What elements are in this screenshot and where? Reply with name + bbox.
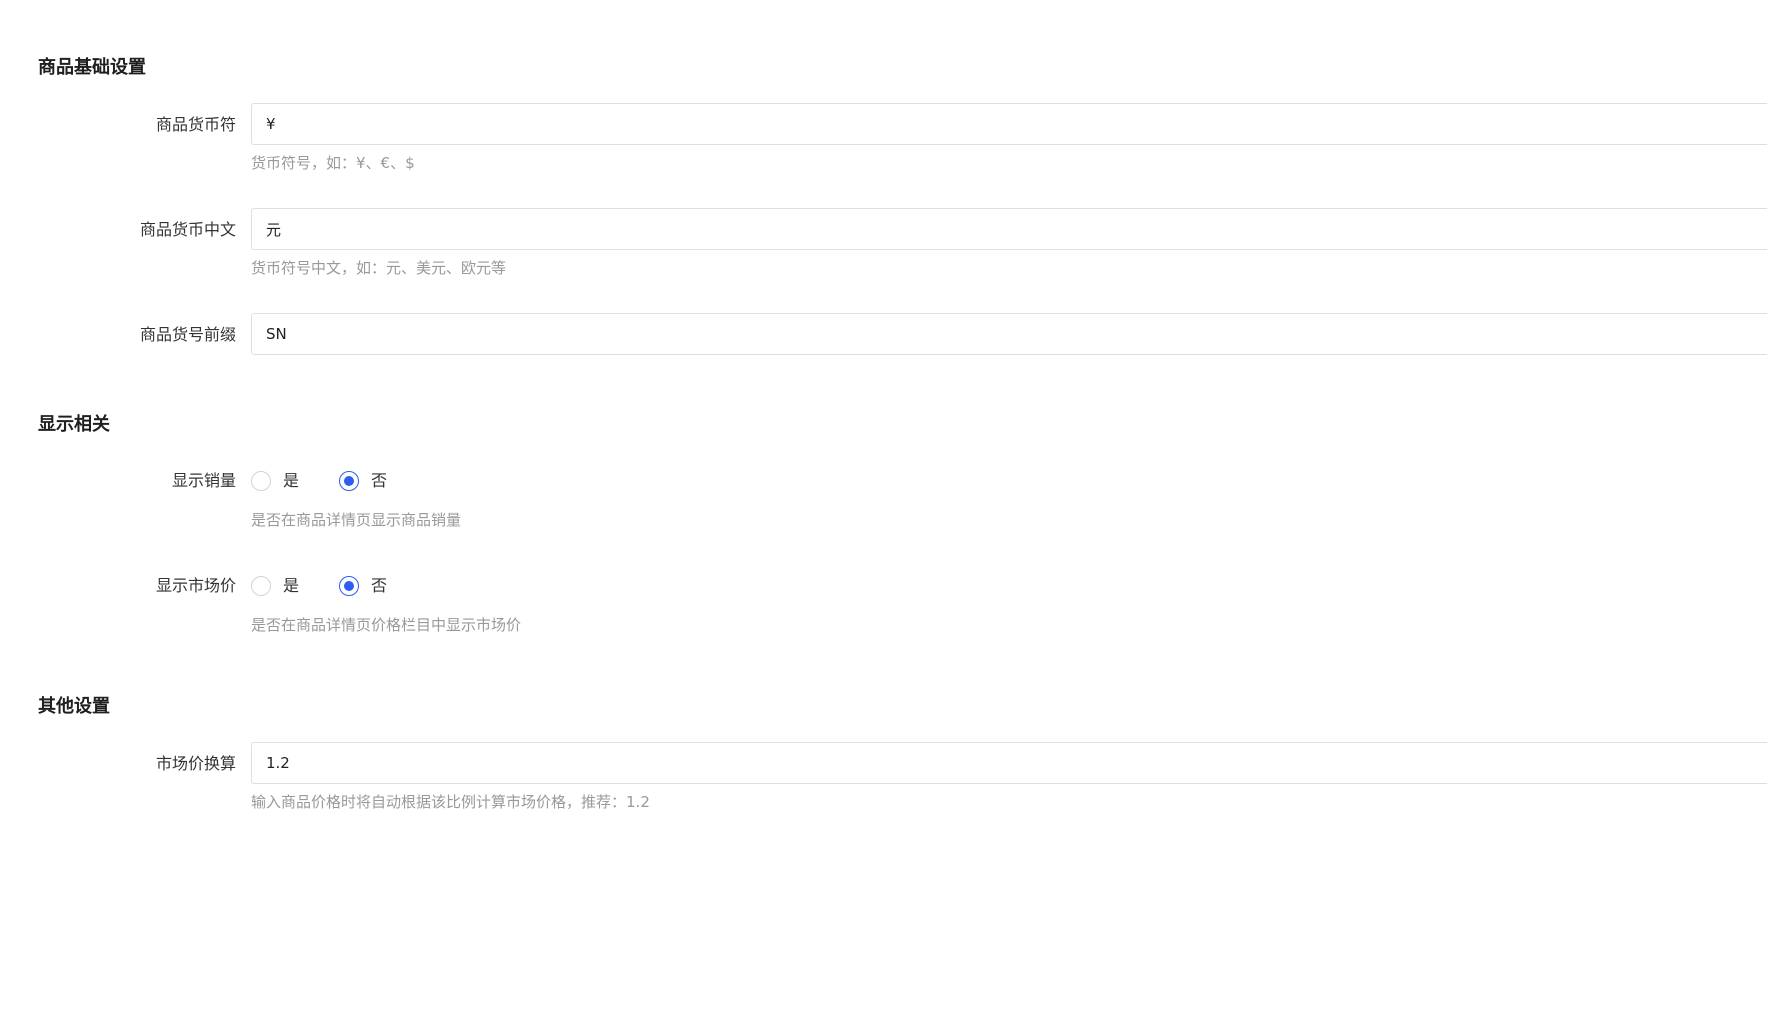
radio-label: 是 (283, 471, 300, 490)
currency-symbol-input[interactable] (251, 103, 1767, 145)
show-market-price-label: 显示市场价 (155, 576, 236, 595)
radio-button-checked[interactable] (339, 471, 360, 491)
show-sales-radio-group: 是 否 (251, 469, 387, 493)
sku-prefix-input[interactable] (251, 313, 1767, 355)
currency-symbol-label: 商品货币符 (155, 115, 236, 134)
radio-label: 否 (371, 471, 388, 490)
market-price-ratio-label: 市场价换算 (155, 754, 236, 773)
show-sales-label: 显示销量 (171, 471, 236, 490)
radio-label: 是 (283, 576, 300, 595)
show-sales-option-no[interactable]: 否 (339, 470, 387, 492)
settings-page: 商品基础设置 商品货币符 货币符号，如：¥、€、$ 商品货币中文 货币符号中文，… (0, 0, 1767, 1025)
section-title-display: 显示相关 (38, 414, 110, 435)
show-market-price-help: 是否在商品详情页价格栏目中显示市场价 (251, 616, 522, 634)
radio-label: 否 (371, 576, 388, 595)
market-price-ratio-help: 输入商品价格时将自动根据该比例计算市场价格，推荐：1.2 (251, 793, 650, 811)
show-market-price-option-no[interactable]: 否 (339, 575, 387, 597)
section-title-basic: 商品基础设置 (38, 57, 146, 78)
show-sales-help: 是否在商品详情页显示商品销量 (251, 511, 462, 529)
currency-name-label: 商品货币中文 (139, 220, 236, 239)
currency-symbol-help: 货币符号，如：¥、€、$ (251, 154, 415, 172)
show-market-price-radio-group: 是 否 (251, 574, 387, 598)
radio-button[interactable] (251, 471, 271, 491)
market-price-ratio-input[interactable] (251, 742, 1767, 784)
radio-button-checked[interactable] (339, 576, 360, 596)
currency-name-help: 货币符号中文，如：元、美元、欧元等 (251, 259, 507, 277)
show-sales-option-yes[interactable]: 是 (251, 470, 299, 492)
radio-button[interactable] (251, 576, 271, 596)
sku-prefix-label: 商品货号前缀 (139, 325, 236, 344)
section-title-other: 其他设置 (38, 696, 110, 717)
currency-name-input[interactable] (251, 208, 1767, 250)
show-market-price-option-yes[interactable]: 是 (251, 575, 299, 597)
